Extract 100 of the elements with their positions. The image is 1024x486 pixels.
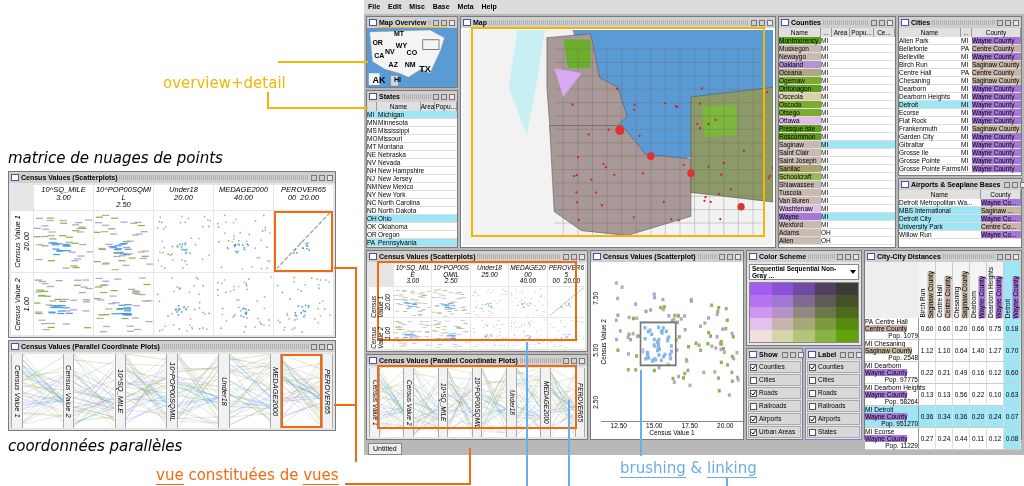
maximize-icon[interactable] [848,351,855,358]
minimize-icon[interactable] [871,19,877,26]
minimize-icon[interactable] [563,253,569,260]
parallel-lines-drawing [448,368,472,437]
color-swatch[interactable] [793,283,815,295]
parallel-lines-drawing [413,368,438,437]
parallel-lines-drawing [379,368,404,437]
maximize-icon[interactable] [1012,181,1019,188]
color-swatch[interactable] [750,283,772,295]
minimize-icon[interactable] [997,19,1003,26]
close-icon[interactable] [327,343,333,350]
grip-pattern [932,20,995,25]
window-icon [369,93,377,100]
annotation-text: brushing & linking [620,458,758,480]
close-icon[interactable] [1020,181,1024,188]
minimize-icon[interactable] [433,19,439,26]
grip-pattern [822,20,869,25]
minimize-icon[interactable] [563,357,569,364]
maximize-icon[interactable] [879,19,885,26]
scatterplot-drawing [154,273,213,336]
scatterplot-drawing [547,318,586,349]
maximize-icon[interactable] [1005,253,1011,260]
close-icon[interactable] [767,19,773,26]
maximize-icon[interactable] [727,253,733,260]
color-swatch[interactable] [836,330,858,342]
maximize-icon[interactable] [845,253,851,260]
maximize-icon[interactable] [441,19,447,26]
close-icon[interactable] [735,253,741,260]
close-icon[interactable] [449,93,455,100]
maximize-icon[interactable] [319,174,325,181]
minimize-icon[interactable] [781,351,788,358]
maximize-icon[interactable] [571,253,577,260]
minimize-icon[interactable] [719,253,725,260]
maximize-icon[interactable] [571,357,577,364]
minimize-icon[interactable] [840,351,847,358]
close-icon[interactable] [887,19,893,26]
color-swatch[interactable] [750,330,772,342]
grip-pattern [402,94,431,99]
close-icon[interactable] [327,174,333,181]
minimize-icon[interactable] [997,253,1003,260]
leader-line [726,477,728,486]
color-swatch[interactable] [836,283,858,295]
window-icon [901,19,909,26]
check-icon [810,416,815,422]
color-swatch[interactable] [814,283,837,295]
close-icon[interactable] [856,351,863,358]
minimize-icon[interactable] [837,253,843,260]
minimize-icon[interactable] [433,93,439,100]
color-swatch[interactable] [814,318,837,331]
close-icon[interactable] [1013,253,1019,260]
check-icon [751,429,756,435]
checkbox[interactable] [809,389,816,397]
check-icon [751,390,756,396]
color-swatch[interactable] [793,318,815,331]
close-icon[interactable] [579,253,585,260]
close-icon[interactable] [579,357,585,364]
checkbox[interactable] [809,428,816,436]
checkbox[interactable] [750,415,757,423]
color-swatch[interactable] [771,283,794,295]
checkbox[interactable] [750,363,757,371]
color-swatch[interactable] [793,330,815,342]
caret-icon [850,270,856,274]
color-swatch[interactable] [771,318,794,331]
check-icon [810,364,815,370]
window-icon [808,351,816,358]
close-icon[interactable] [853,253,859,260]
check-icon [751,416,756,422]
checkbox[interactable] [809,363,816,371]
checkbox[interactable] [750,389,757,397]
maximize-icon[interactable] [441,93,447,100]
scatterplot-drawing [214,273,273,336]
close-icon[interactable] [797,351,804,358]
color-swatch[interactable] [771,330,794,342]
caption-text: coordonnées parallèles [8,436,184,457]
maximize-icon[interactable] [319,343,325,350]
color-swatch[interactable] [814,330,837,342]
minimize-icon[interactable] [311,343,317,350]
state-label: AK [372,76,386,86]
checkbox[interactable] [750,428,757,436]
window-icon [11,343,19,351]
scatterplot-drawing [94,273,153,336]
window-icon [749,253,757,260]
checkbox[interactable] [750,376,757,384]
color-swatch[interactable] [836,318,858,331]
maximize-icon[interactable] [759,19,765,26]
color-swatch[interactable] [750,318,772,331]
checkbox[interactable] [750,402,757,410]
state-label: TX [419,64,431,74]
checkbox[interactable] [809,402,816,410]
maximize-icon[interactable] [789,351,796,358]
minimize-icon[interactable] [1004,181,1011,188]
checkbox[interactable] [809,415,816,423]
close-icon[interactable] [1013,19,1019,26]
caption-text: matrice de nuages de points [8,147,224,169]
checkbox[interactable] [809,376,816,384]
minimize-icon[interactable] [311,174,317,181]
minimize-icon[interactable] [751,19,757,26]
grip-pattern [942,254,995,259]
maximize-icon[interactable] [1005,19,1011,26]
close-icon[interactable] [449,19,455,26]
